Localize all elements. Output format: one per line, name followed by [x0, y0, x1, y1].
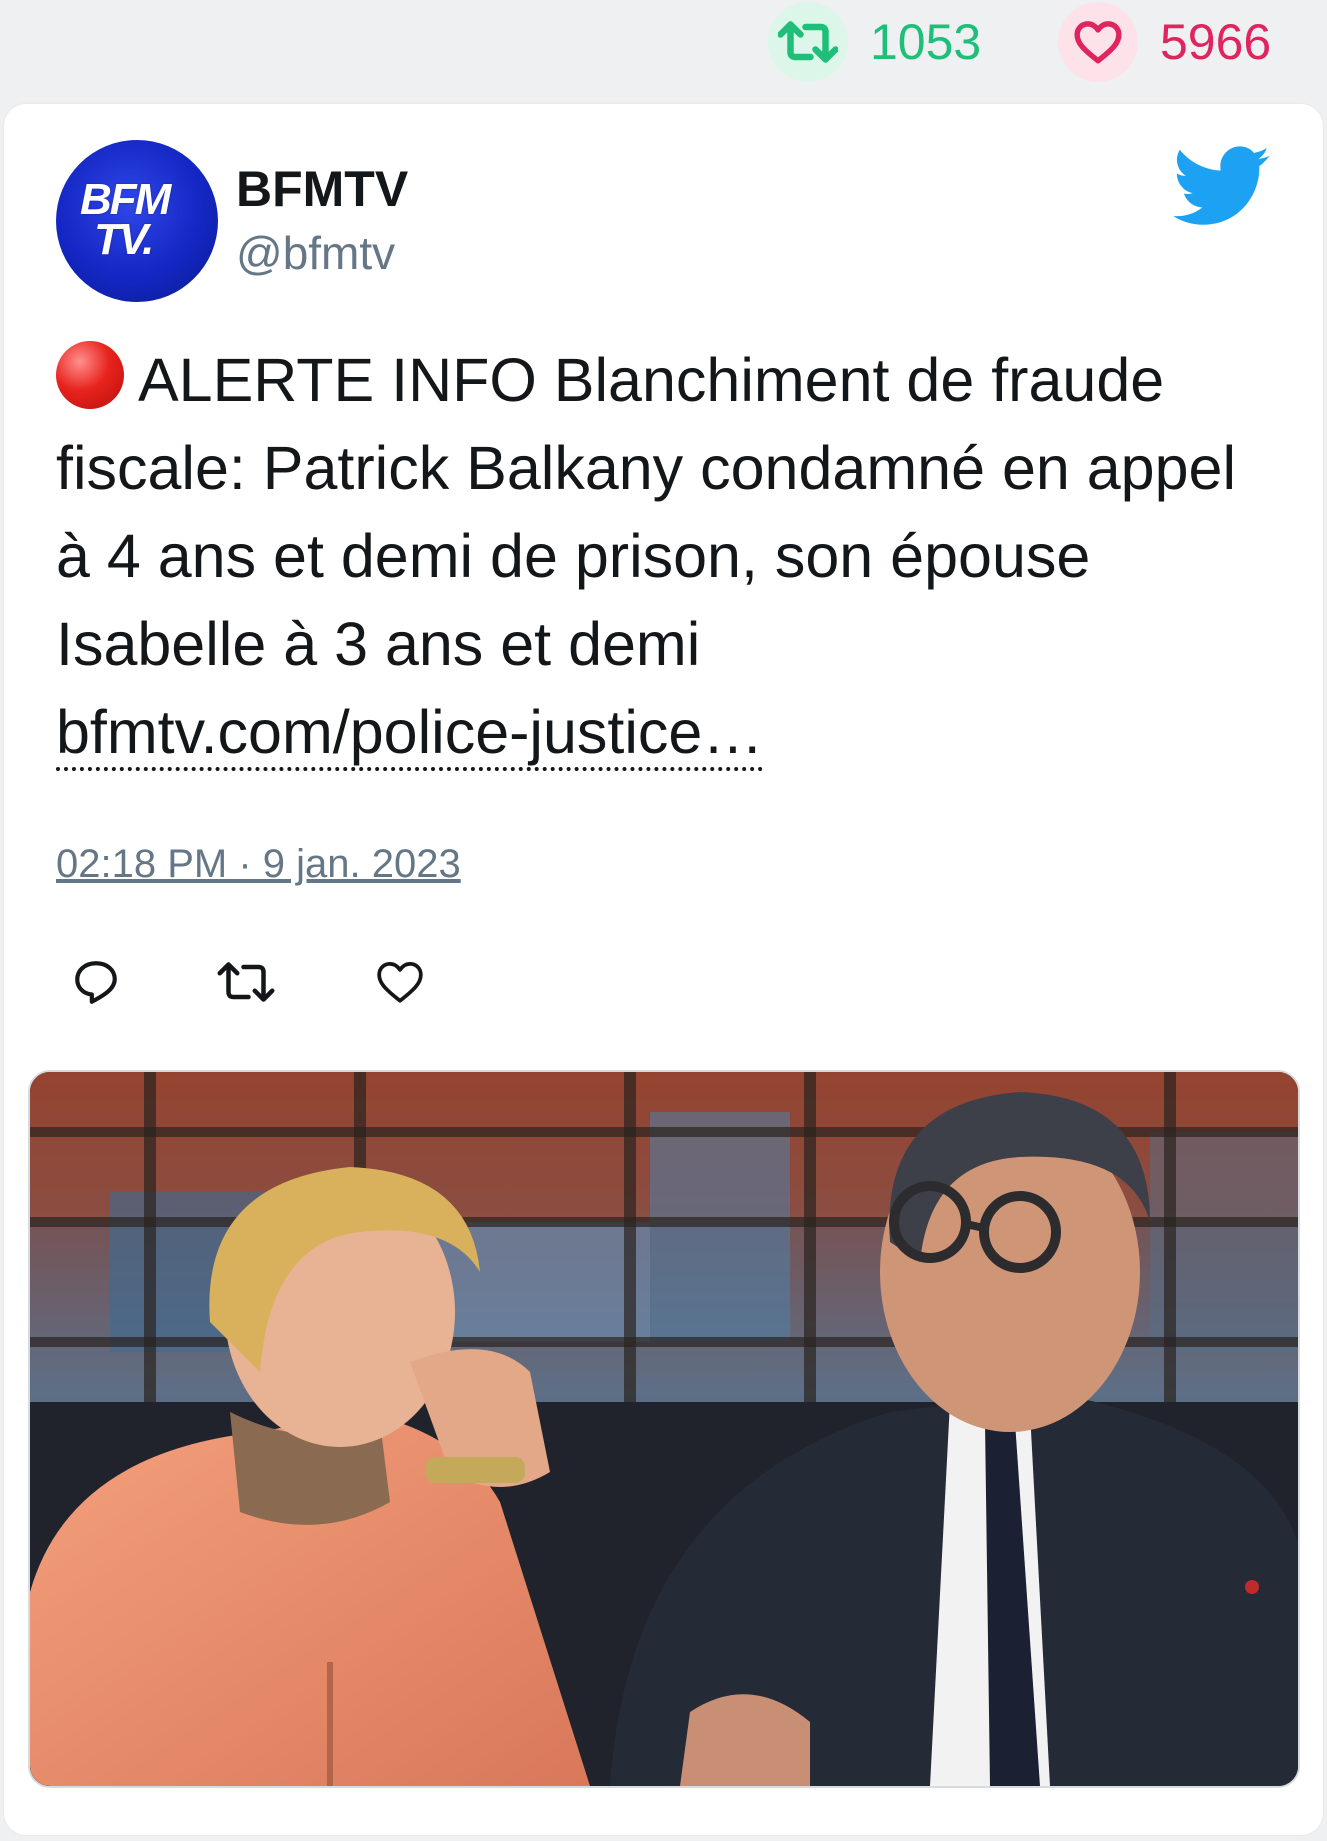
retweet-icon — [217, 962, 275, 1002]
avatar[interactable]: BFM TV. — [56, 140, 218, 302]
reply-icon — [75, 961, 117, 1004]
article-link[interactable]: bfmtv.com/police-justice… — [56, 697, 764, 771]
tweet-photo[interactable] — [28, 1070, 1300, 1788]
author-display-name[interactable]: BFMTV — [236, 160, 408, 218]
twitter-bird-icon[interactable] — [1172, 146, 1272, 228]
tweet-timestamp[interactable]: 02:18 PM · 9 jan. 2023 — [56, 842, 461, 887]
retweet-icon — [778, 21, 838, 63]
engagement-stats: 1053 5966 — [0, 0, 1327, 100]
like-count: 5966 — [1160, 14, 1272, 70]
avatar-line-1: BFM — [80, 175, 171, 224]
reply-button[interactable] — [56, 942, 136, 1022]
heart-icon — [1074, 21, 1122, 64]
heart-icon — [377, 962, 423, 1003]
avatar-logo-text: BFM TV. — [80, 175, 171, 264]
tweet-body: ALERTE INFO Blanchiment de fraude fiscal… — [56, 346, 1236, 678]
tweet-text: ALERTE INFO Blanchiment de fraude fiscal… — [56, 336, 1286, 776]
avatar-line-2: TV. — [94, 215, 154, 264]
like-stat-icon-wrap — [1058, 2, 1138, 82]
retweet-stat-icon-wrap — [768, 2, 848, 82]
photo-illustration — [30, 1072, 1298, 1786]
like-stat[interactable]: 5966 — [1058, 2, 1271, 82]
retweet-stat[interactable]: 1053 — [768, 2, 981, 82]
author-handle[interactable]: @bfmtv — [236, 226, 395, 280]
retweet-count: 1053 — [870, 14, 982, 70]
retweet-button[interactable] — [206, 942, 286, 1022]
tweet-card[interactable]: BFM TV. BFMTV @bfmtv ALERTE INFO Blanchi… — [4, 104, 1323, 1835]
like-button[interactable] — [360, 942, 440, 1022]
red-circle-icon — [56, 341, 124, 409]
